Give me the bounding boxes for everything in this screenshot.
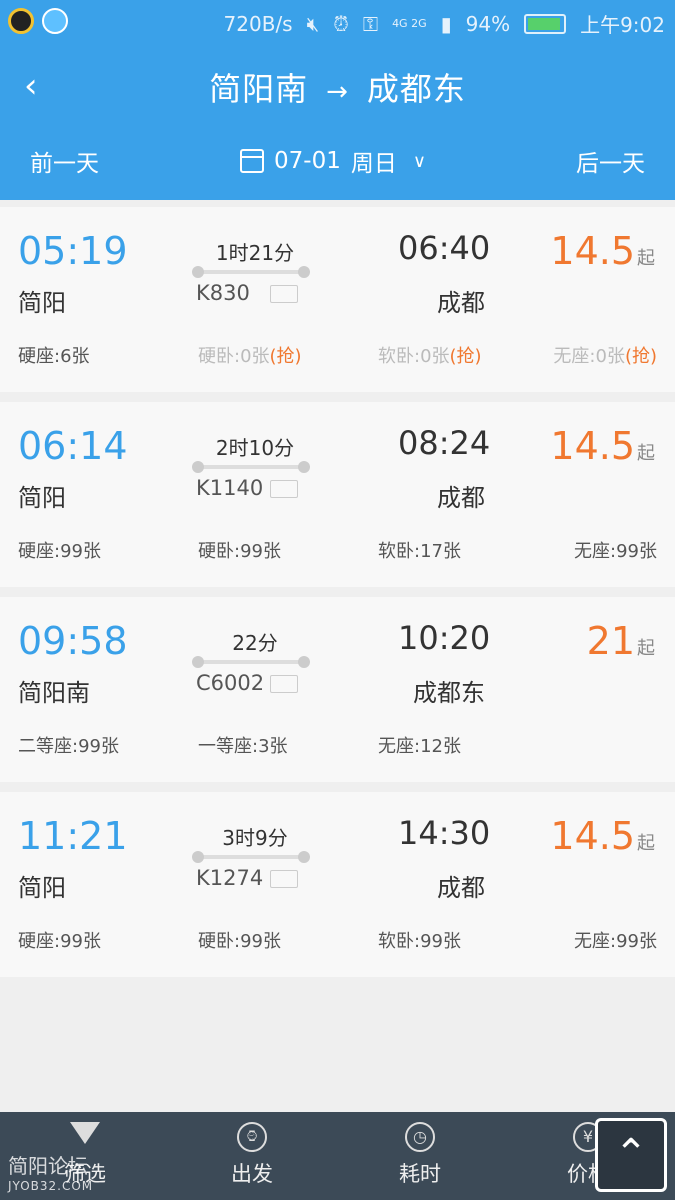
seat-availability: 硬座:99张 — [18, 541, 101, 562]
arrival-station: 成都东 — [413, 679, 485, 707]
train-card[interactable]: 06:14 简阳 2时10分 K1140 08:24 成都 14.5 起 硬座:9… — [0, 402, 675, 587]
date-selector[interactable]: 07-01 周日 ∨ — [240, 144, 426, 178]
departure-station: 简阳 — [18, 874, 66, 902]
travel-duration: 1时21分 — [215, 241, 295, 265]
route-line — [192, 851, 310, 863]
travel-duration: 22分 — [232, 631, 278, 655]
seat-availability: 硬卧:99张 — [198, 541, 281, 562]
travel-duration: 2时10分 — [215, 436, 295, 460]
arrival-time: 06:40 — [398, 229, 491, 267]
train-card[interactable]: 09:58 简阳南 22分 C6002 10:20 成都东 21 起 二等座:99… — [0, 597, 675, 782]
grab-ticket-link[interactable]: (抢) — [625, 346, 657, 367]
seat-availability: 硬卧:99张 — [198, 931, 281, 952]
signal-icon: ▮ — [440, 11, 452, 36]
tab-label: 出发 — [231, 1162, 273, 1186]
train-list: 05:19 简阳 1时21分 K830 06:40 成都 14.5 起 硬座:6张… — [0, 207, 675, 987]
header: ‹ 简阳南 → 成都东 前一天 07-01 周日 ∨ 后一天 — [0, 46, 675, 200]
day-navigation: 前一天 07-01 周日 ∨ 后一天 — [0, 144, 675, 180]
bottom-sort-bar: 筛选 ⌚︎ 出发 ◷ 耗时 ¥ 价格 — [0, 1112, 675, 1200]
status-bar: 720B/s 🔇︎ ⏰︎ ⚿ 4G 2G ▮ 94% 上午9:02 — [0, 0, 675, 46]
chevron-down-icon: ∨ — [412, 150, 427, 172]
train-number: K1140 — [196, 476, 264, 500]
ticket-price: 14.5 起 — [550, 229, 655, 273]
id-card-icon — [270, 480, 298, 498]
weekday: 周日 — [350, 151, 397, 177]
seat-availability: 硬座:6张 — [18, 346, 90, 367]
watermark-title: 简阳论坛 — [8, 1154, 88, 1178]
arrival-station: 成都 — [437, 874, 485, 902]
mute-icon: 🔇︎ — [306, 11, 320, 36]
date-value: 07-01 — [274, 148, 341, 174]
calendar-icon — [240, 149, 264, 173]
id-card-icon — [270, 870, 298, 888]
train-number: K1274 — [196, 866, 264, 890]
seat-availability: 软卧:17张 — [378, 541, 461, 562]
to-station: 成都东 — [366, 70, 466, 108]
tab-label: 耗时 — [399, 1162, 441, 1186]
duration-sort-tab[interactable]: ◷ 耗时 — [360, 1122, 480, 1188]
seat-availability: 无座:99张 — [574, 931, 657, 952]
seat-availability: 一等座:3张 — [198, 736, 288, 757]
arrival-time: 10:20 — [398, 619, 491, 657]
train-card[interactable]: 11:21 简阳 3时9分 K1274 14:30 成都 14.5 起 硬座:99… — [0, 792, 675, 977]
battery-icon — [524, 13, 567, 34]
key-icon: ⚿ — [362, 11, 379, 36]
ticket-price: 14.5 起 — [550, 814, 655, 858]
departure-time: 05:19 — [18, 229, 128, 273]
prev-day-button[interactable]: 前一天 — [30, 144, 99, 178]
network-type: 4G 2G — [392, 17, 427, 30]
seat-availability: 软卧:99张 — [378, 931, 461, 952]
from-station: 简阳南 — [209, 70, 309, 108]
arrival-station: 成都 — [437, 484, 485, 512]
departure-time: 06:14 — [18, 424, 128, 468]
back-to-top-button[interactable]: ⌃ — [595, 1118, 667, 1192]
net-speed: 720B/s — [223, 11, 293, 36]
train-number: K830 — [196, 281, 250, 305]
grab-ticket-link[interactable]: (抢) — [450, 346, 482, 367]
timer-icon: ◷ — [405, 1122, 435, 1152]
ticket-price: 21 起 — [586, 619, 655, 663]
route-line — [192, 656, 310, 668]
seat-availability: 软卧:0张(抢) — [378, 346, 482, 367]
route-line — [192, 461, 310, 473]
route-title: 简阳南 → 成都东 — [0, 64, 675, 110]
train-card[interactable]: 05:19 简阳 1时21分 K830 06:40 成都 14.5 起 硬座:6张… — [0, 207, 675, 392]
id-card-icon — [270, 675, 298, 693]
app-notification-icon — [42, 8, 68, 34]
clock-icon: ⌚︎ — [237, 1122, 267, 1152]
seat-availability: 二等座:99张 — [18, 736, 119, 757]
departure-time: 11:21 — [18, 814, 128, 858]
arrival-station: 成都 — [437, 289, 485, 317]
filter-icon — [70, 1122, 100, 1144]
departure-station: 简阳南 — [18, 679, 90, 707]
train-number: C6002 — [196, 671, 265, 695]
seat-availability: 无座:99张 — [574, 541, 657, 562]
qq-icon — [8, 8, 34, 34]
grab-ticket-link[interactable]: (抢) — [270, 346, 302, 367]
travel-duration: 3时9分 — [222, 826, 288, 850]
forum-watermark: 简阳论坛 JYOB32.COM — [8, 1156, 93, 1196]
route-line — [192, 266, 310, 278]
departure-station: 简阳 — [18, 289, 66, 317]
id-card-icon — [270, 285, 298, 303]
clock: 上午9:02 — [580, 13, 665, 37]
depart-sort-tab[interactable]: ⌚︎ 出发 — [192, 1122, 312, 1188]
seat-availability: 硬卧:0张(抢) — [198, 346, 302, 367]
seat-availability: 无座:12张 — [378, 736, 461, 757]
seat-availability: 无座:0张(抢) — [553, 346, 657, 367]
ticket-price: 14.5 起 — [550, 424, 655, 468]
departure-station: 简阳 — [18, 484, 66, 512]
next-day-button[interactable]: 后一天 — [576, 144, 645, 178]
watermark-url: JYOB32.COM — [8, 1179, 94, 1193]
alarm-icon: ⏰︎ — [333, 11, 349, 36]
arrival-time: 14:30 — [398, 814, 491, 852]
battery-percent: 94% — [465, 11, 511, 36]
departure-time: 09:58 — [18, 619, 128, 663]
route-arrow: → — [326, 77, 349, 107]
arrival-time: 08:24 — [398, 424, 491, 462]
seat-availability: 硬座:99张 — [18, 931, 101, 952]
